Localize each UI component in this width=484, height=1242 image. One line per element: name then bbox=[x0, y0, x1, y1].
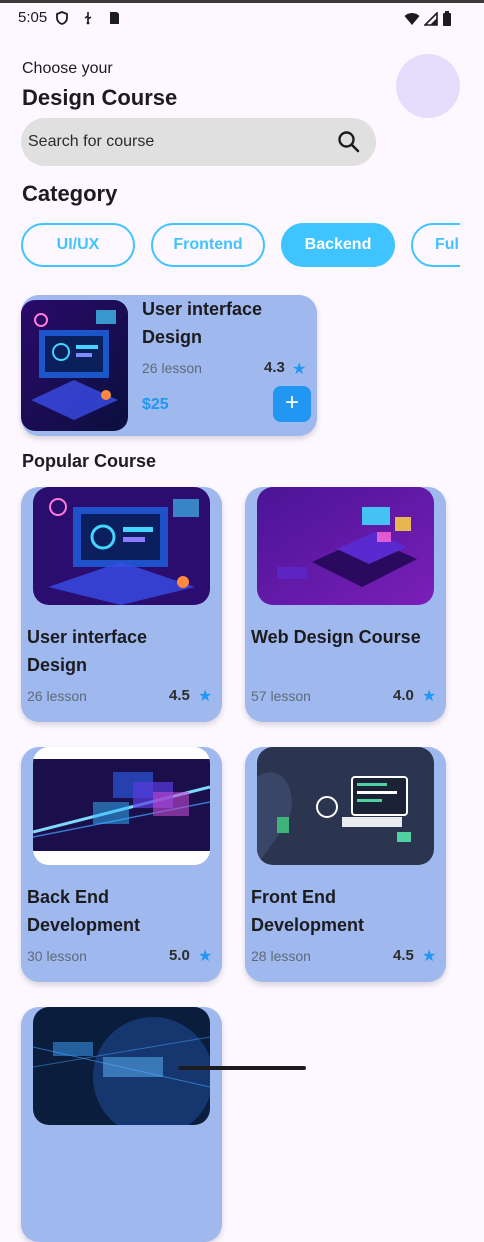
star-icon: ★ bbox=[292, 361, 307, 378]
featured-course-title: User interface Design bbox=[142, 299, 263, 347]
course-card[interactable]: User interface Design 26 lesson 4.5 ★ bbox=[21, 487, 222, 722]
course-rating: 4.5 bbox=[169, 687, 190, 704]
home-indicator[interactable] bbox=[178, 1066, 306, 1070]
search-bar[interactable]: Search for course bbox=[21, 118, 376, 166]
chip-full[interactable]: Full bbox=[411, 223, 460, 267]
course-rating: 5.0 bbox=[169, 947, 190, 964]
star-icon: ★ bbox=[422, 688, 437, 705]
category-chips: UI/UX Frontend Backend Full bbox=[21, 223, 460, 271]
popular-course-title: Popular Course bbox=[22, 451, 157, 471]
course-image bbox=[33, 747, 210, 865]
battery-icon bbox=[443, 11, 451, 26]
signal-icon bbox=[424, 11, 438, 26]
featured-rating: 4.3 bbox=[264, 359, 285, 376]
course-card[interactable]: Back End Development 30 lesson 5.0 ★ bbox=[21, 747, 222, 982]
search-input[interactable]: Search for course bbox=[28, 133, 154, 151]
star-icon: ★ bbox=[198, 688, 213, 705]
course-title: Back End Development bbox=[27, 887, 141, 935]
search-icon[interactable] bbox=[336, 129, 362, 155]
star-icon: ★ bbox=[198, 948, 213, 965]
course-image bbox=[33, 487, 210, 605]
shield-icon bbox=[56, 11, 68, 25]
usb-icon bbox=[84, 12, 92, 25]
chip-backend[interactable]: Backend bbox=[281, 223, 395, 267]
lesson-count: 28 lesson bbox=[251, 948, 311, 964]
page-title: Design Course bbox=[22, 85, 178, 110]
add-course-button[interactable]: + bbox=[273, 386, 311, 422]
course-title: User interface Design bbox=[27, 627, 148, 675]
category-title: Category bbox=[22, 181, 118, 206]
course-rating: 4.5 bbox=[393, 947, 414, 964]
header-eyebrow: Choose your bbox=[22, 60, 113, 77]
sd-card-icon bbox=[110, 12, 119, 24]
course-card[interactable]: Front End Development 28 lesson 4.5 ★ bbox=[245, 747, 446, 982]
top-edge bbox=[0, 0, 484, 3]
featured-course-card[interactable]: User interface Design 26 lesson 4.3 ★ $2… bbox=[21, 295, 317, 436]
featured-course-image bbox=[21, 300, 128, 431]
course-rating: 4.0 bbox=[393, 687, 414, 704]
course-card[interactable]: Web Design Course 57 lesson 4.0 ★ bbox=[245, 487, 446, 722]
lesson-count: 57 lesson bbox=[251, 688, 311, 704]
featured-price: $25 bbox=[142, 396, 169, 413]
lesson-count: 30 lesson bbox=[27, 948, 87, 964]
lesson-count: 26 lesson bbox=[27, 688, 87, 704]
course-card[interactable] bbox=[21, 1007, 222, 1242]
course-image bbox=[257, 747, 434, 865]
course-title: Web Design Course bbox=[251, 627, 421, 647]
chip-ui-ux[interactable]: UI/UX bbox=[21, 223, 135, 267]
course-title: Front End Development bbox=[251, 887, 365, 935]
status-bar: 5:05 bbox=[0, 4, 484, 32]
featured-lesson-count: 26 lesson bbox=[142, 360, 202, 376]
star-icon: ★ bbox=[422, 948, 437, 965]
chip-frontend[interactable]: Frontend bbox=[151, 223, 265, 267]
status-time: 5:05 bbox=[18, 9, 48, 26]
course-image bbox=[257, 487, 434, 605]
avatar[interactable] bbox=[396, 54, 460, 118]
wifi-icon bbox=[404, 12, 420, 25]
